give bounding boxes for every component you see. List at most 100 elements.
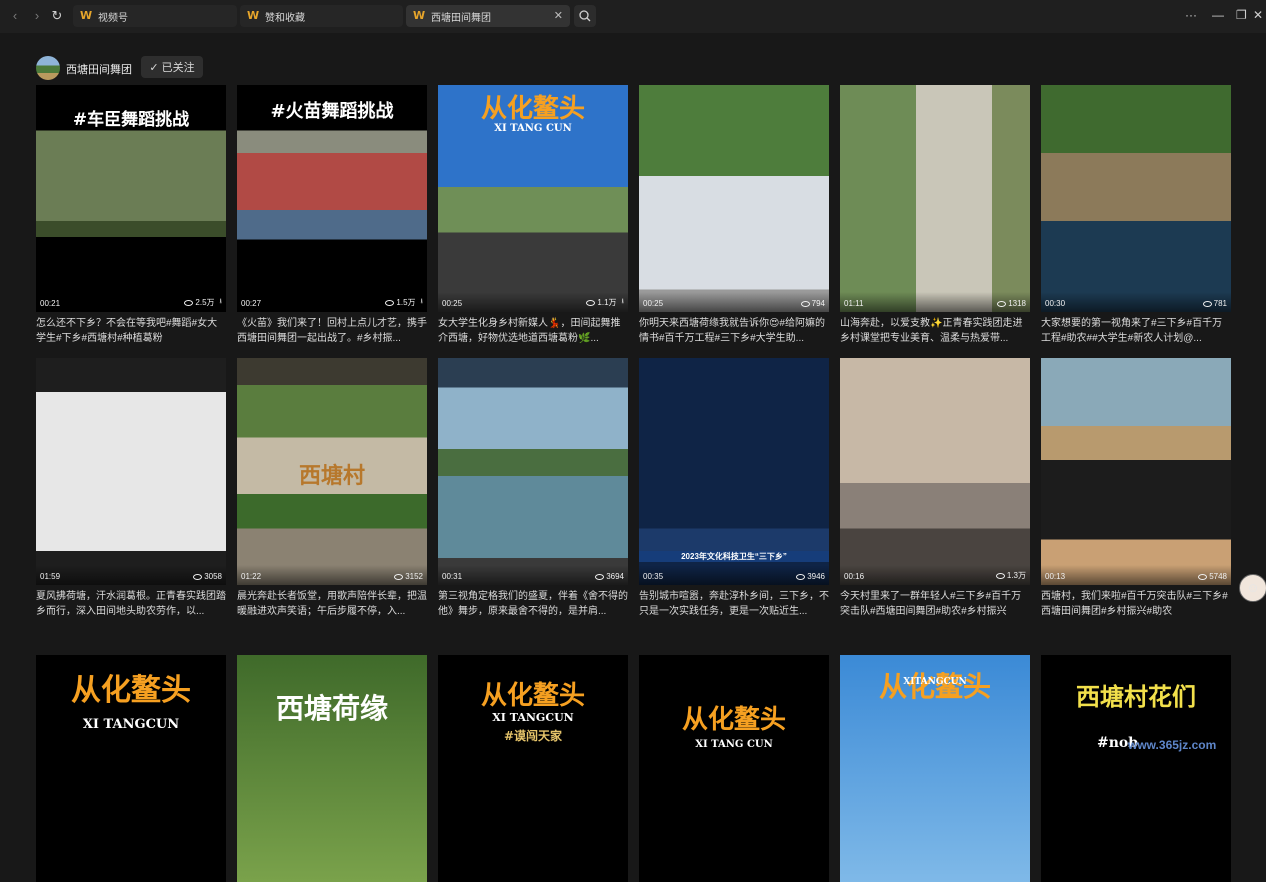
view-count-value: 5748 — [1209, 572, 1227, 581]
video-meta: 00:35 3946 — [639, 565, 829, 585]
video-thumbnail[interactable]: 00:16 1.3万 — [840, 358, 1030, 585]
video-card[interactable]: 从化鳌头 XI TANG CUN 00:25 1.1万 ⭳ 女大学生化身乡村新媒人… — [438, 85, 628, 346]
video-card[interactable]: 00:13 5748 西塘村，我们来啦#百千万突击队#三下乡#西塘田间舞团#乡村… — [1041, 358, 1231, 619]
video-caption[interactable]: 今天村里来了一群年轻人#三下乡#百千万突击队#西塘田间舞团#助农#乡村振兴 — [840, 589, 1030, 619]
thumbnail-headline: #车臣舞蹈挑战 — [72, 110, 190, 130]
thumbnail-headline: 西塘村 — [298, 463, 365, 489]
view-count-value: 794 — [811, 299, 825, 308]
account-avatar[interactable] — [36, 56, 60, 80]
video-thumbnail[interactable]: #火苗舞蹈挑战 00:27 1.5万 ⭳ — [237, 85, 427, 312]
eye-icon — [385, 299, 395, 306]
video-card[interactable]: 00:31 3694 第三视角定格我们的盛夏，伴着《舍不得的他》舞步，原来最舍不… — [438, 358, 628, 619]
channels-logo-icon: W — [80, 9, 93, 22]
video-thumbnail[interactable]: 00:30 781 — [1041, 85, 1231, 312]
assistant-avatar-icon[interactable]: ☺ — [1239, 574, 1266, 602]
thumbnail-headline: 西塘村花们 — [1076, 682, 1196, 711]
video-caption[interactable]: 晨光奔赴长者饭堂，用歌声陪伴长辈，把温暖融进欢声笑语；午后步履不停，入... — [237, 589, 427, 619]
video-card[interactable]: #车臣舞蹈挑战 00:21 2.5万 ⭳ 怎么还不下乡？不会在等我吧#舞蹈#女大学… — [36, 85, 226, 346]
account-name[interactable]: 西塘田间舞团 — [66, 61, 132, 77]
video-thumbnail[interactable]: 从化鳌头 XI TANGCUN #谟闯天家 — [438, 655, 628, 882]
video-card[interactable]: 从化鳌头 XI TANGCUN — [36, 655, 226, 882]
follow-button[interactable]: ✓ 已关注 — [141, 56, 203, 78]
video-card[interactable]: 00:16 1.3万 今天村里来了一群年轻人#三下乡#百千万突击队#西塘田间舞团… — [840, 358, 1030, 619]
video-card[interactable]: 00:30 781 大家想要的第一视角来了#三下乡#百千万工程#助农##大学生#… — [1041, 85, 1231, 346]
video-thumbnail[interactable]: 00:31 3694 — [438, 358, 628, 585]
tab-likes[interactable]: W 赞和收藏 — [240, 5, 403, 27]
video-caption[interactable]: 你明天来西塘荷缘我就告诉你😍#给阿嫲的情书#百千万工程#三下乡#大学生助... — [639, 316, 829, 346]
back-icon[interactable]: ‹ — [6, 7, 24, 25]
eye-icon — [193, 573, 203, 580]
video-card[interactable]: 00:25 794 你明天来西塘荷缘我就告诉你😍#给阿嫲的情书#百千万工程#三下… — [639, 85, 829, 346]
video-thumbnail[interactable]: 01:11 1318 — [840, 85, 1030, 312]
news-ticker: 2023年文化科技卫生“三下乡” — [639, 551, 829, 562]
video-card[interactable]: 西塘村 01:22 3152 晨光奔赴长者饭堂，用歌声陪伴长辈，把温暖融进欢声笑… — [237, 358, 427, 619]
eye-icon — [1202, 300, 1212, 307]
video-caption[interactable]: 夏风拂荷塘，汗水润葛根。正青春实践团踏乡而行，深入田间地头助农劳作，以... — [36, 589, 226, 619]
video-card[interactable]: 01:59 3058 夏风拂荷塘，汗水润葛根。正青春实践团踏乡而行，深入田间地头… — [36, 358, 226, 619]
video-caption[interactable]: 大家想要的第一视角来了#三下乡#百千万工程#助农##大学生#新农人计划@... — [1041, 316, 1231, 346]
video-meta: 01:22 3152 — [237, 565, 427, 585]
tab-label: 视频号 — [98, 12, 128, 24]
video-card[interactable]: 从化鳌头 XI TANG CUN — [639, 655, 829, 882]
video-card[interactable]: 2023年文化科技卫生“三下乡” 00:35 3946 告别城市喧嚣，奔赴淳朴乡… — [639, 358, 829, 619]
thumbnail-headline: #火苗舞蹈挑战 — [270, 101, 394, 122]
video-thumbnail[interactable]: 00:13 5748 — [1041, 358, 1231, 585]
video-card[interactable]: 西塘荷缘 — [237, 655, 427, 882]
thumbnail-subheadline: XI TANGCUN — [492, 711, 574, 724]
view-count-value: 3694 — [606, 572, 624, 581]
video-meta: 00:13 5748 — [1041, 565, 1231, 585]
pin-icon: ⭳ — [219, 298, 222, 305]
video-card[interactable]: 01:11 1318 山海奔赴，以爱支教✨正青春实践团走进乡村课堂把专业美育、温… — [840, 85, 1030, 346]
view-count-value: 1.5万 — [396, 298, 416, 307]
search-button[interactable] — [574, 5, 596, 27]
eye-icon — [995, 572, 1005, 579]
view-count: 3946 — [796, 572, 825, 581]
video-thumbnail[interactable]: 西塘荷缘 — [237, 655, 427, 882]
check-icon: ✓ — [149, 61, 159, 74]
view-count: 1318 — [997, 299, 1026, 308]
video-thumbnail[interactable]: 2023年文化科技卫生“三下乡” 00:35 3946 — [639, 358, 829, 585]
video-caption[interactable]: 第三视角定格我们的盛夏，伴着《舍不得的他》舞步，原来最舍不得的，是并肩... — [438, 589, 628, 619]
eye-icon — [586, 299, 596, 306]
video-caption[interactable]: 怎么还不下乡？不会在等我吧#舞蹈#女大学生#下乡#西塘村#种植葛粉 — [36, 316, 226, 346]
view-count: 1.1万 ⭳ — [586, 297, 624, 308]
video-thumbnail[interactable]: 00:25 794 — [639, 85, 829, 312]
video-card[interactable]: 从化鳌头 XITANGCUN — [840, 655, 1030, 882]
video-thumbnail[interactable]: 西塘村 01:22 3152 — [237, 358, 427, 585]
eye-icon — [184, 299, 194, 306]
eye-icon — [796, 573, 806, 580]
close-window-icon[interactable]: ✕ — [1253, 8, 1263, 22]
video-card[interactable]: 从化鳌头 XI TANGCUN #谟闯天家 — [438, 655, 628, 882]
video-thumbnail[interactable]: 西塘村花们 #nob — [1041, 655, 1231, 882]
video-thumbnail[interactable]: 从化鳌头 XI TANGCUN — [36, 655, 226, 882]
eye-icon — [394, 573, 404, 580]
video-card[interactable]: #火苗舞蹈挑战 00:27 1.5万 ⭳ 《火苗》我们来了！回村上点儿才艺，携手西… — [237, 85, 427, 346]
restore-icon[interactable]: ❐ — [1236, 8, 1247, 22]
video-thumbnail[interactable]: 从化鳌头 XI TANG CUN — [639, 655, 829, 882]
video-meta: 00:16 1.3万 — [840, 565, 1030, 585]
video-card[interactable]: 西塘村花们 #nob — [1041, 655, 1231, 882]
video-caption[interactable]: 告别城市喧嚣，奔赴淳朴乡间，三下乡，不只是一次实践任务，更是一次贴近生... — [639, 589, 829, 619]
thumbnail-subheadline: XI TANG CUN — [494, 123, 572, 134]
tab-videos[interactable]: W 视频号 — [73, 5, 237, 27]
video-duration: 00:35 — [643, 572, 664, 581]
view-count-value: 1.3万 — [1006, 571, 1026, 580]
minimize-icon[interactable]: — — [1212, 8, 1224, 22]
tab-account[interactable]: W 西塘田间舞团 ✕ — [406, 5, 570, 27]
video-caption[interactable]: 女大学生化身乡村新媒人💃，田间起舞推介西塘，好物优选地道西塘葛粉🌿... — [438, 316, 628, 346]
video-duration: 01:11 — [844, 299, 864, 308]
video-caption[interactable]: 《火苗》我们来了！回村上点儿才艺，携手西塘田间舞团一起出战了。#乡村振... — [237, 316, 427, 346]
video-thumbnail[interactable]: #车臣舞蹈挑战 00:21 2.5万 ⭳ — [36, 85, 226, 312]
video-thumbnail[interactable]: 从化鳌头 XITANGCUN — [840, 655, 1030, 882]
video-thumbnail[interactable]: 从化鳌头 XI TANG CUN 00:25 1.1万 ⭳ — [438, 85, 628, 312]
video-thumbnail[interactable]: 01:59 3058 — [36, 358, 226, 585]
follow-label: 已关注 — [161, 62, 195, 74]
close-tab-icon[interactable]: ✕ — [554, 9, 563, 22]
refresh-icon[interactable]: ↻ — [48, 7, 66, 25]
video-meta: 00:31 3694 — [438, 565, 628, 585]
video-duration: 00:31 — [442, 572, 463, 581]
video-caption[interactable]: 山海奔赴，以爱支教✨正青春实践团走进乡村课堂把专业美育、温柔与热爱带... — [840, 316, 1030, 346]
more-menu-icon[interactable]: ··· — [1185, 8, 1197, 22]
forward-icon[interactable]: › — [28, 7, 46, 25]
video-caption[interactable]: 西塘村，我们来啦#百千万突击队#三下乡#西塘田间舞团#乡村振兴#助农 — [1041, 589, 1231, 619]
